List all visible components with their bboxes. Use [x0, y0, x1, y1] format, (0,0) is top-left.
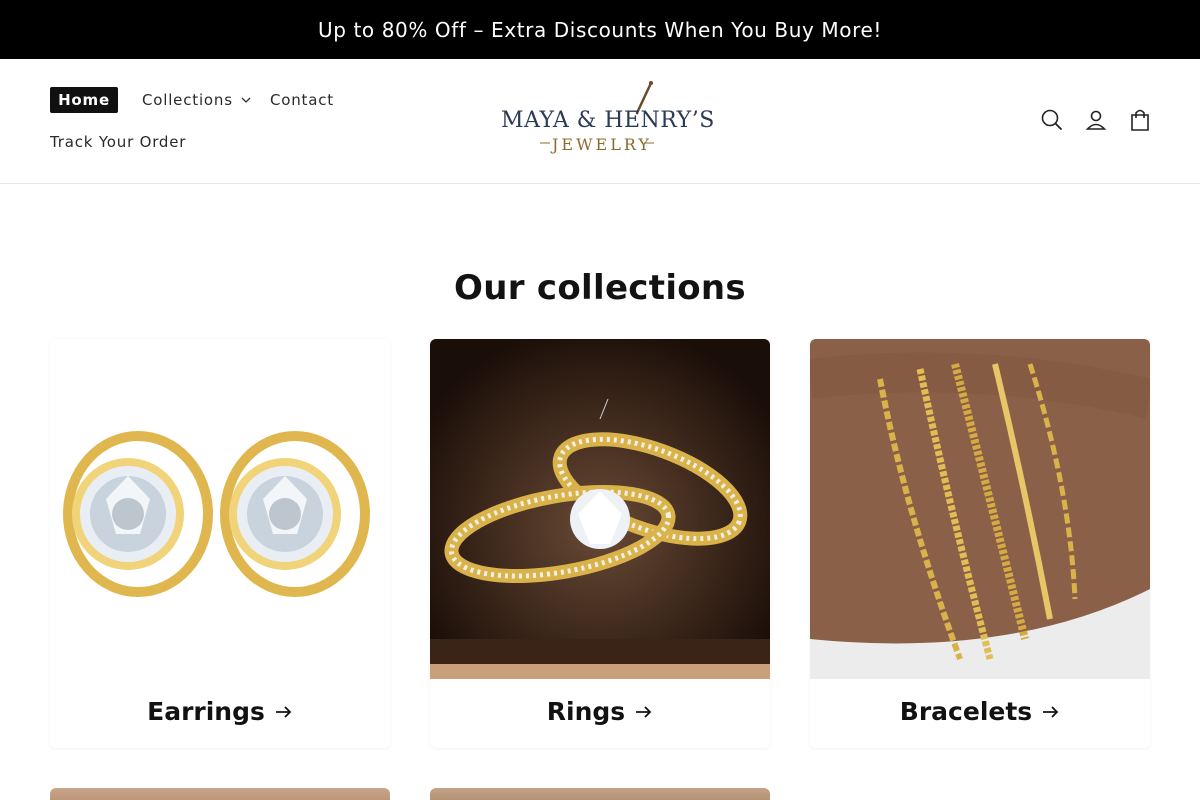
nav-track-order-link[interactable]: Track Your Order: [50, 133, 186, 151]
announcement-text: Up to 80% Off – Extra Discounts When You…: [317, 17, 882, 42]
section-title: Our collections: [454, 268, 746, 308]
card-title-text: Earrings: [147, 697, 265, 726]
bracelets-image: [810, 339, 1150, 679]
announcement-bar: Up to 80% Off – Extra Discounts When You…: [0, 0, 1200, 59]
nav-collections-label: Collections: [142, 91, 233, 109]
card-title: Earrings: [50, 697, 390, 726]
logo-sub-text: JEWELRY: [552, 135, 652, 154]
card-title: Bracelets: [810, 697, 1150, 726]
account-icon: [1085, 110, 1107, 130]
cart-icon: [1131, 109, 1149, 131]
collection-card-rings[interactable]: Rings: [430, 339, 770, 748]
arrow-right-icon: [1043, 705, 1059, 718]
store-logo[interactable]: MAYA & HENRY’S JEWELRY: [496, 79, 714, 163]
arrow-right-icon: [636, 705, 652, 718]
collection-card-earrings[interactable]: Earrings: [50, 339, 390, 748]
collection-card-partial[interactable]: [430, 788, 770, 800]
account-button[interactable]: [1083, 107, 1109, 133]
card-title-text: Bracelets: [899, 697, 1033, 726]
search-button[interactable]: [1039, 107, 1065, 133]
nav-collections-dropdown[interactable]: Collections: [142, 91, 251, 109]
arrow-right-icon: [275, 705, 292, 718]
site-header: Home Collections Contact Track Your Orde…: [0, 59, 1200, 184]
card-title-text: Rings: [546, 697, 626, 726]
search-icon: [1041, 109, 1062, 130]
logo-main-text: MAYA & HENRY’S: [501, 108, 715, 133]
earrings-image: [50, 339, 390, 679]
cart-button[interactable]: [1127, 107, 1153, 133]
nav-contact-label: Contact: [270, 91, 334, 109]
collection-card-partial[interactable]: [50, 788, 390, 800]
rings-image: [430, 339, 770, 679]
collection-card-bracelets[interactable]: Bracelets: [810, 339, 1150, 748]
nav-track-order-label: Track Your Order: [50, 133, 187, 151]
nav-contact-link[interactable]: Contact: [270, 91, 334, 109]
nav-home-label: Home: [58, 91, 110, 109]
nav-home-link[interactable]: Home: [50, 87, 118, 113]
card-title: Rings: [430, 697, 770, 726]
chevron-down-icon: [241, 97, 251, 103]
